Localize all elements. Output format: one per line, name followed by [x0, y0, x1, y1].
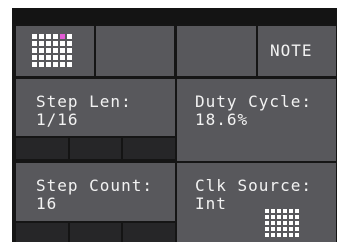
clk-source-param[interactable]: Clk Source: Int [177, 163, 336, 242]
clock-grid-cell [271, 209, 275, 213]
clock-grid-cell [289, 233, 293, 237]
step-grid-cell [39, 48, 44, 53]
step-count-value: 16 [36, 194, 58, 213]
clock-grid-cell [265, 227, 269, 231]
empty-button-3[interactable] [177, 26, 256, 76]
clock-grid-cell [271, 215, 275, 219]
step-grid-cell [67, 34, 72, 39]
step-grid-cell [39, 34, 44, 39]
clk-source-label: Clk Source: [195, 176, 312, 195]
note-button[interactable]: NOTE [258, 26, 336, 76]
duty-cycle-label: Duty Cycle: [195, 92, 312, 111]
step-count-indicator-strip [16, 223, 175, 242]
step-grid-cell [32, 55, 37, 60]
step-grid-cell [39, 55, 44, 60]
step-count-indicator-3 [123, 223, 175, 242]
clock-grid-icon [265, 209, 299, 237]
clock-grid-cell [271, 221, 275, 225]
step-grid-cell [46, 48, 51, 53]
clock-grid-cell [277, 227, 281, 231]
clock-grid-cell [265, 221, 269, 225]
step-count-label: Step Count: [36, 176, 153, 195]
step-len-indicator-strip [16, 138, 175, 159]
step-grid-cell [39, 62, 44, 67]
step-grid-cell [32, 48, 37, 53]
step-grid-cell [32, 34, 37, 39]
clock-grid-cell [295, 209, 299, 213]
clock-grid-cell [289, 209, 293, 213]
step-grid-cell [60, 34, 65, 39]
step-count-indicator-2 [70, 223, 121, 242]
step-len-indicator-3 [123, 138, 175, 159]
duty-cycle-value: 18.6% [195, 110, 249, 129]
step-grid-cell [67, 62, 72, 67]
step-grid-cell [60, 55, 65, 60]
clock-grid-cell [277, 221, 281, 225]
duty-cycle-param[interactable]: Duty Cycle: 18.6% [177, 79, 336, 161]
step-grid-cell [53, 55, 58, 60]
clock-grid-cell [283, 215, 287, 219]
clock-grid-cell [265, 233, 269, 237]
step-grid-cell [53, 41, 58, 46]
step-grid-cell [53, 62, 58, 67]
step-grid-cell [60, 41, 65, 46]
clock-grid-cell [289, 221, 293, 225]
step-grid-cell [32, 62, 37, 67]
step-grid-button[interactable] [16, 26, 94, 76]
step-grid-cell [67, 55, 72, 60]
clock-grid-cell [295, 227, 299, 231]
clock-grid-cell [277, 233, 281, 237]
step-grid-cell [60, 62, 65, 67]
step-grid-cell [46, 41, 51, 46]
clock-grid-cell [289, 227, 293, 231]
step-grid-cell [32, 41, 37, 46]
step-count-param[interactable]: Step Count: 16 [16, 163, 175, 221]
empty-button-2[interactable] [96, 26, 174, 76]
step-len-label: Step Len: [36, 92, 132, 111]
clock-grid-cell [283, 221, 287, 225]
step-grid-cell [53, 48, 58, 53]
clock-grid-cell [277, 209, 281, 213]
step-grid-cell [53, 34, 58, 39]
clock-grid-cell [295, 233, 299, 237]
clock-grid-cell [295, 221, 299, 225]
clock-grid-cell [265, 209, 269, 213]
clock-grid-cell [295, 215, 299, 219]
step-grid-cell [46, 34, 51, 39]
step-grid-cell [46, 62, 51, 67]
clock-grid-cell [283, 209, 287, 213]
step-grid-cell [60, 48, 65, 53]
step-len-param[interactable]: Step Len: 1/16 [16, 79, 175, 136]
clock-grid-cell [271, 227, 275, 231]
step-len-indicator-2 [70, 138, 121, 159]
step-len-value: 1/16 [36, 110, 79, 129]
clk-source-value: Int [195, 194, 227, 213]
note-button-label: NOTE [270, 41, 313, 60]
step-grid-cell [46, 55, 51, 60]
step-grid-cell [39, 41, 44, 46]
step-count-indicator-1 [16, 223, 68, 242]
step-grid-cell [67, 48, 72, 53]
clock-grid-cell [277, 215, 281, 219]
clock-grid-cell [283, 233, 287, 237]
clock-grid-cell [283, 227, 287, 231]
device-screen: NOTE Step Len: 1/16 Duty Cycle: 18.6% St… [12, 8, 337, 242]
step-grid-icon [32, 34, 72, 67]
step-grid-cell [67, 41, 72, 46]
clock-grid-cell [265, 215, 269, 219]
step-len-indicator-1 [16, 138, 68, 159]
top-status-bar [12, 8, 337, 24]
clock-grid-cell [271, 233, 275, 237]
clock-grid-cell [289, 215, 293, 219]
